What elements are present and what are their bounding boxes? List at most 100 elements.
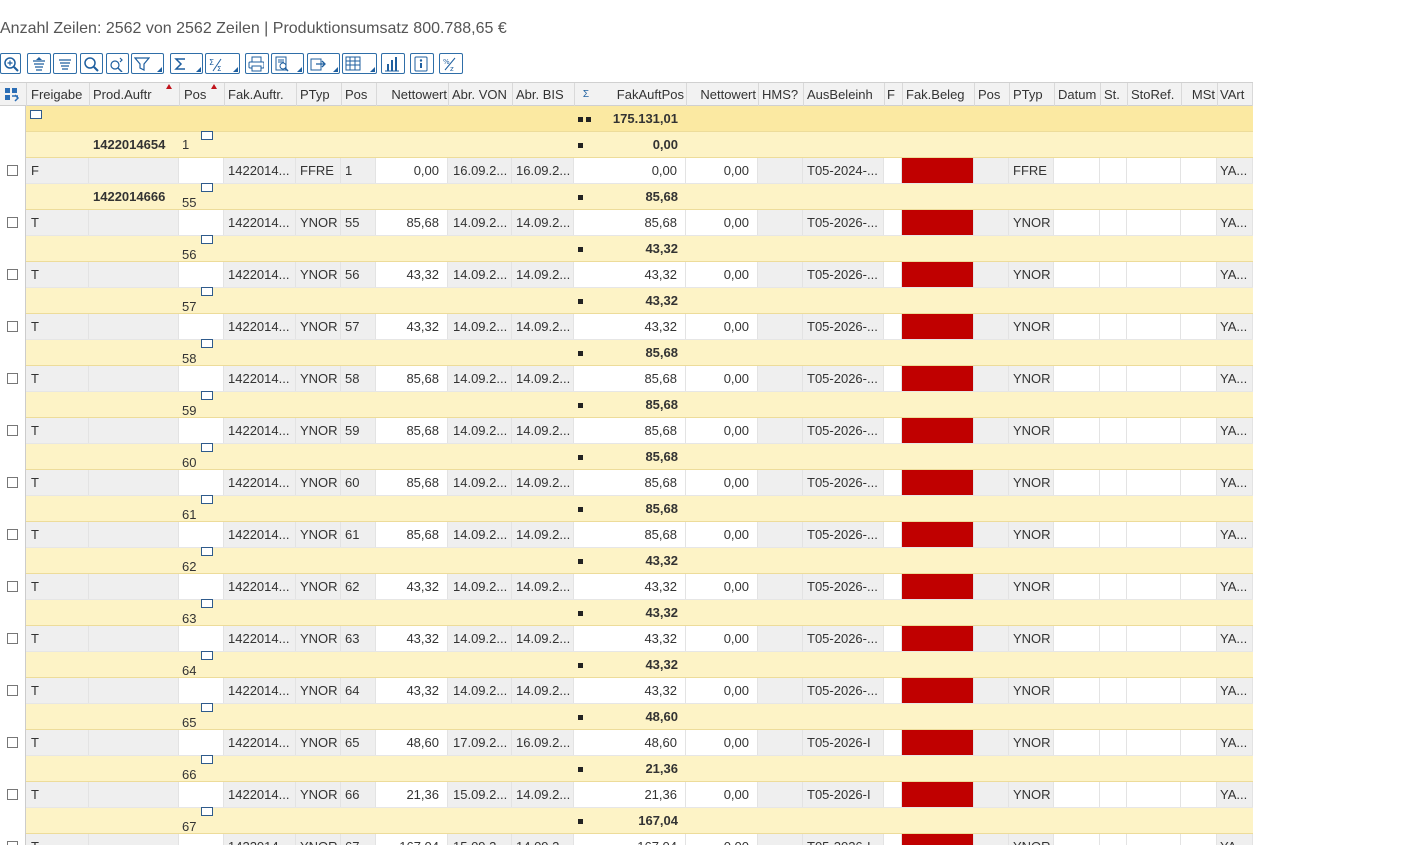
print-preview-button[interactable] — [271, 53, 304, 74]
table-row[interactable]: T 1422014... YNOR 61 85,68 14.09.2... 14.09.2.… — [0, 522, 1253, 548]
column-header-fak-beleg-15[interactable]: Fak.Beleg — [906, 83, 972, 106]
expand-checkbox[interactable] — [201, 443, 213, 452]
row-selector[interactable] — [0, 418, 26, 444]
row-selector[interactable] — [0, 392, 26, 418]
row-selector[interactable] — [0, 834, 26, 845]
table-row[interactable]: T 1422014... YNOR 63 43,32 14.09.2... 14.09.2.… — [0, 626, 1253, 652]
column-header-nettowert-11[interactable]: Nettowert — [690, 83, 756, 106]
row-checkbox[interactable] — [7, 425, 18, 436]
subtotal-row[interactable]: 66 21,36 — [0, 755, 1253, 782]
row-selector[interactable] — [0, 132, 26, 158]
expand-checkbox[interactable] — [201, 547, 213, 556]
column-header-datum-18[interactable]: Datum — [1058, 83, 1100, 106]
row-selector[interactable] — [0, 340, 26, 366]
zoom-details-button[interactable] — [0, 53, 21, 74]
row-selector[interactable] — [0, 470, 26, 496]
row-checkbox[interactable] — [7, 373, 18, 384]
find-next-button[interactable] — [106, 53, 129, 74]
column-header-hms-12[interactable]: HMS? — [762, 83, 802, 106]
sum-button[interactable] — [170, 53, 203, 74]
row-selector[interactable] — [0, 236, 26, 262]
row-selector[interactable] — [0, 652, 26, 678]
row-selector[interactable] — [0, 626, 26, 652]
column-header-mst-21[interactable]: MSt — [1185, 83, 1215, 106]
table-row[interactable]: T 1422014... YNOR 57 43,32 14.09.2... 14.09.2.… — [0, 314, 1253, 340]
row-selector[interactable] — [0, 184, 26, 210]
sort-descending-button[interactable] — [53, 53, 77, 74]
row-selector[interactable] — [0, 600, 26, 626]
expand-checkbox[interactable] — [201, 703, 213, 712]
layout-button[interactable] — [342, 53, 377, 74]
column-header-prod-auftr-1[interactable]: Prod.Auftr — [93, 83, 177, 106]
column-separator[interactable] — [758, 83, 759, 106]
row-selector[interactable] — [0, 444, 26, 470]
dropdown-arrow-icon[interactable] — [196, 67, 201, 72]
column-header-pos-16[interactable]: Pos — [978, 83, 1006, 106]
row-checkbox[interactable] — [7, 477, 18, 488]
column-separator[interactable] — [26, 83, 27, 106]
subtotal-row[interactable]: 64 43,32 — [0, 651, 1253, 678]
chart-button[interactable] — [381, 53, 405, 74]
row-selector[interactable] — [0, 756, 26, 782]
column-separator[interactable] — [1217, 83, 1218, 106]
column-header-f-14[interactable]: F — [887, 83, 899, 106]
row-selector[interactable] — [0, 314, 26, 340]
table-row[interactable]: T 1422014... YNOR 60 85,68 14.09.2... 14.09.2.… — [0, 470, 1253, 496]
find-button[interactable] — [80, 53, 103, 74]
column-separator[interactable] — [224, 83, 225, 106]
subtotal-row[interactable]: 63 43,32 — [0, 599, 1253, 626]
expand-checkbox[interactable] — [201, 599, 213, 608]
column-separator[interactable] — [1127, 83, 1128, 106]
row-selector[interactable] — [0, 158, 26, 184]
column-header-ausbeleinh-13[interactable]: AusBeleinh — [807, 83, 883, 106]
row-checkbox[interactable] — [7, 269, 18, 280]
row-selector[interactable] — [0, 522, 26, 548]
column-header-st-19[interactable]: St. — [1104, 83, 1126, 106]
column-separator[interactable] — [1100, 83, 1101, 106]
row-checkbox[interactable] — [7, 529, 18, 540]
export-button[interactable] — [307, 53, 340, 74]
expand-checkbox[interactable] — [201, 807, 213, 816]
row-checkbox[interactable] — [7, 789, 18, 800]
subtotal-row[interactable]: 58 85,68 — [0, 339, 1253, 366]
row-checkbox[interactable] — [7, 737, 18, 748]
table-row[interactable]: T 1422014... YNOR 66 21,36 15.09.2... 14.09.2.… — [0, 782, 1253, 808]
expand-checkbox[interactable] — [201, 339, 213, 348]
subtotal-row[interactable]: 56 43,32 — [0, 235, 1253, 262]
column-separator[interactable] — [884, 83, 885, 106]
row-checkbox[interactable] — [7, 685, 18, 696]
column-separator[interactable] — [89, 83, 90, 106]
expand-checkbox[interactable] — [201, 755, 213, 764]
row-selector[interactable] — [0, 808, 26, 834]
table-row[interactable]: T 1422014... YNOR 55 85,68 14.09.2... 14.09.2.… — [0, 210, 1253, 236]
table-row[interactable]: T 1422014... YNOR 59 85,68 14.09.2... 14.09.2.… — [0, 418, 1253, 444]
grand-total-row[interactable]: 175.131,01 — [0, 106, 1253, 132]
column-separator[interactable] — [376, 83, 377, 106]
subtotal-row[interactable]: 57 43,32 — [0, 287, 1253, 314]
column-separator[interactable] — [803, 83, 804, 106]
subtotal-row[interactable]: 59 85,68 — [0, 391, 1253, 418]
subtotal-row[interactable]: 62 43,32 — [0, 547, 1253, 574]
column-separator[interactable] — [1009, 83, 1010, 106]
row-selector[interactable] — [0, 288, 26, 314]
dropdown-arrow-icon[interactable] — [297, 67, 302, 72]
dropdown-arrow-icon[interactable] — [233, 67, 238, 72]
subtotal-row[interactable]: 1422014666 55 85,68 — [0, 183, 1253, 210]
column-separator[interactable] — [448, 83, 449, 106]
expand-checkbox[interactable] — [201, 495, 213, 504]
row-selector[interactable] — [0, 730, 26, 756]
column-header-storef-20[interactable]: StoRef. — [1131, 83, 1181, 106]
column-separator[interactable] — [574, 83, 575, 106]
column-header-σ-9[interactable]: Σ — [578, 83, 594, 106]
column-header-abr-von-7[interactable]: Abr. VON — [452, 83, 512, 106]
expand-checkbox[interactable] — [201, 287, 213, 296]
column-separator[interactable] — [1054, 83, 1055, 106]
row-selector[interactable] — [0, 496, 26, 522]
expand-checkbox[interactable] — [201, 391, 213, 400]
column-separator[interactable] — [179, 83, 180, 106]
column-separator[interactable] — [686, 83, 687, 106]
row-checkbox[interactable] — [7, 841, 18, 845]
column-separator[interactable] — [1181, 83, 1182, 106]
row-checkbox[interactable] — [7, 165, 18, 176]
expand-checkbox[interactable] — [201, 651, 213, 660]
